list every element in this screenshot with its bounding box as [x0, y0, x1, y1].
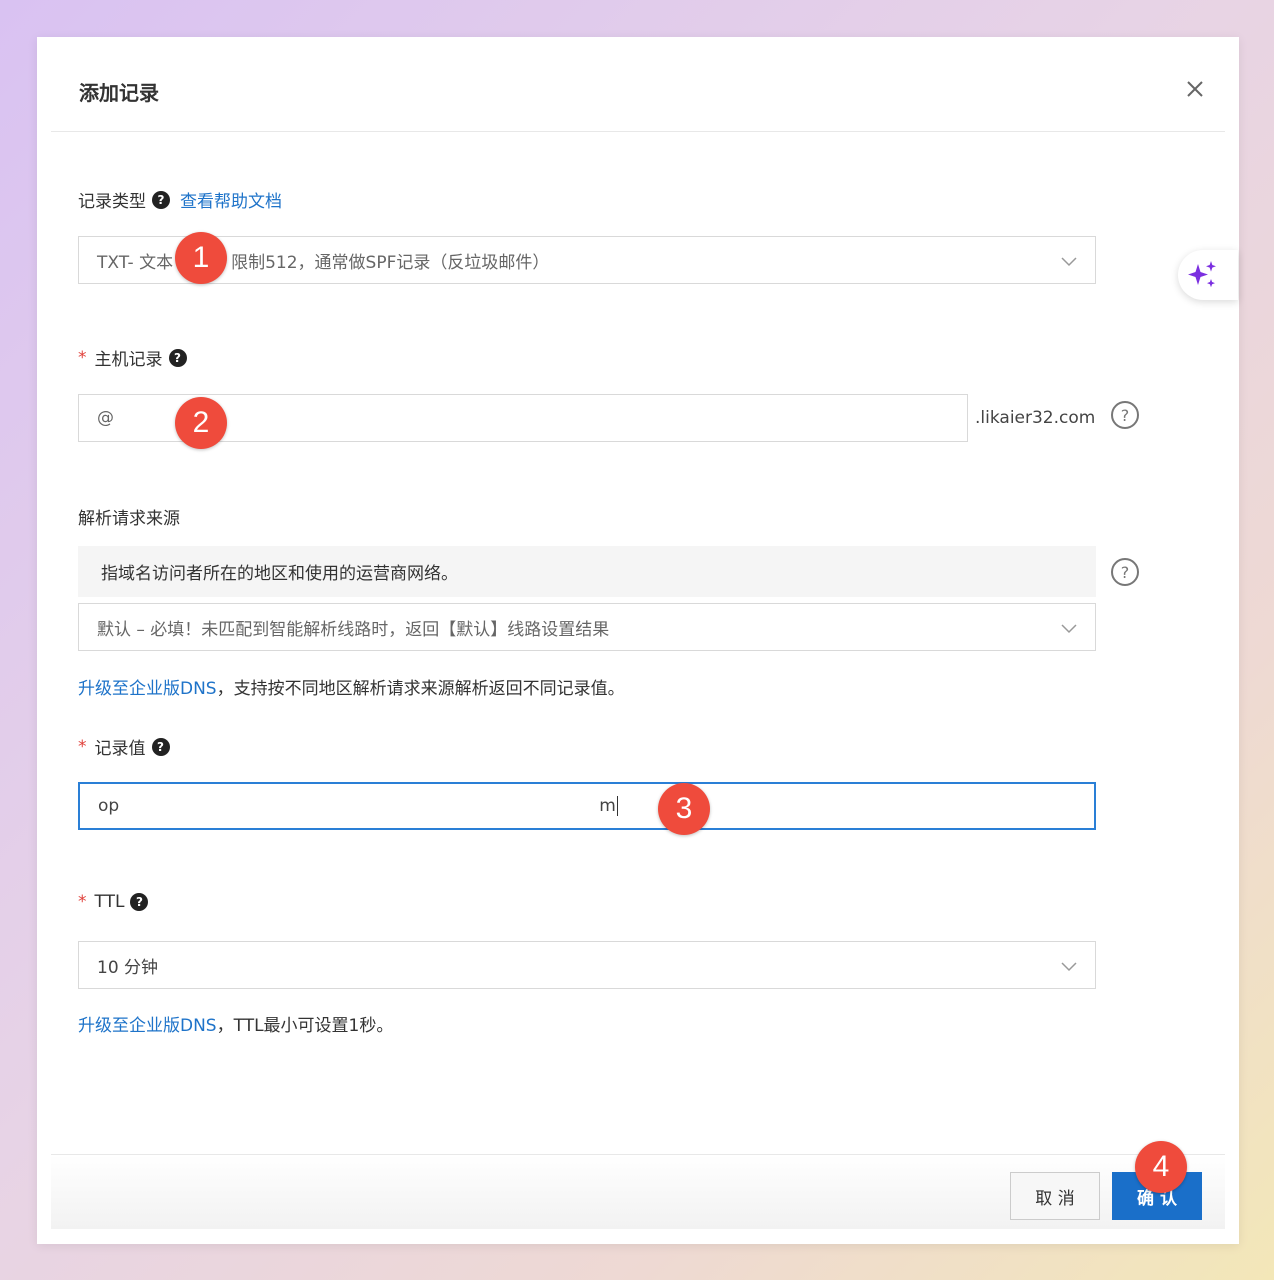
required-mark: *: [78, 736, 87, 757]
ttl-label: TTL: [94, 892, 125, 912]
record-value-start: op: [98, 796, 120, 816]
ttl-label-group: * TTL ?: [78, 892, 149, 912]
resolve-source-label: 解析请求来源: [78, 509, 180, 529]
required-mark: *: [78, 892, 87, 912]
ttl-value: 10 分钟: [97, 957, 159, 978]
ttl-select[interactable]: 10 分钟: [78, 941, 1096, 989]
step-badge-1: 1: [175, 232, 227, 284]
dialog-footer: 取 消 确 认: [51, 1154, 1225, 1229]
step-badge-4: 4: [1135, 1141, 1187, 1193]
record-value-label: 记录值: [94, 739, 146, 759]
host-record-label: 主机记录: [94, 350, 163, 370]
question-icon[interactable]: ?: [168, 348, 187, 367]
cancel-button[interactable]: 取 消: [1010, 1172, 1100, 1220]
required-mark: *: [78, 347, 87, 368]
record-type-value-rest: 限制512，通常做SPF记录（反垃圾邮件）: [231, 252, 550, 273]
record-type-label-group: 记录类型 ? 查看帮助文档: [78, 187, 282, 212]
record-type-label: 记录类型: [78, 192, 146, 212]
ttl-note-text: ，TTL最小可设置1秒。: [216, 1016, 394, 1036]
step-badge-2: 2: [175, 397, 227, 449]
chevron-down-icon: [1061, 624, 1077, 634]
record-value-end: m: [599, 796, 616, 816]
close-icon[interactable]: [1185, 79, 1205, 99]
host-record-value: @: [97, 408, 114, 428]
step-badge-3: 3: [658, 783, 710, 835]
help-doc-link[interactable]: 查看帮助文档: [180, 187, 282, 212]
upgrade-note-text: ，支持按不同地区解析请求来源解析返回不同记录值。: [216, 679, 625, 699]
host-help-icon[interactable]: ?: [1111, 401, 1139, 429]
resolve-source-value: 默认 – 必填！未匹配到智能解析线路时，返回【默认】线路设置结果: [97, 619, 610, 640]
dialog-title: 添加记录: [79, 81, 159, 105]
sparkle-icon: [1188, 261, 1216, 288]
resolve-help-icon[interactable]: ?: [1111, 558, 1139, 586]
domain-suffix: .likaier32.com: [975, 408, 1096, 428]
record-value-input[interactable]: op m: [78, 782, 1096, 830]
ai-assistant-button[interactable]: [1178, 250, 1238, 300]
add-record-dialog: 添加记录 记录类型 ? 查看帮助文档 TXT- 文本 限制512，通常做SPF记…: [37, 37, 1239, 1244]
host-record-label-group: * 主机记录 ?: [78, 345, 187, 370]
dialog-header: 添加记录: [51, 37, 1225, 132]
upgrade-dns-link[interactable]: 升级至企业版DNS: [78, 679, 217, 699]
chevron-down-icon: [1061, 962, 1077, 972]
text-cursor: [616, 796, 618, 816]
resolve-upgrade-note: 升级至企业版DNS，支持按不同地区解析请求来源解析返回不同记录值。: [78, 674, 625, 699]
question-icon[interactable]: ?: [130, 893, 149, 911]
resolve-source-select[interactable]: 默认 – 必填！未匹配到智能解析线路时，返回【默认】线路设置结果: [78, 603, 1096, 651]
ttl-upgrade-note: 升级至企业版DNS，TTL最小可设置1秒。: [78, 1011, 393, 1036]
record-type-value: TXT- 文本: [97, 252, 174, 273]
record-value-label-group: * 记录值 ?: [78, 734, 170, 759]
chevron-down-icon: [1061, 257, 1077, 267]
resolve-source-hint: 指域名访问者所在的地区和使用的运营商网络。: [78, 546, 1096, 597]
record-type-select[interactable]: TXT- 文本 限制512，通常做SPF记录（反垃圾邮件）: [78, 236, 1096, 284]
question-icon[interactable]: ?: [151, 737, 170, 756]
question-icon[interactable]: ?: [152, 190, 170, 209]
upgrade-dns-link[interactable]: 升级至企业版DNS: [78, 1016, 217, 1036]
